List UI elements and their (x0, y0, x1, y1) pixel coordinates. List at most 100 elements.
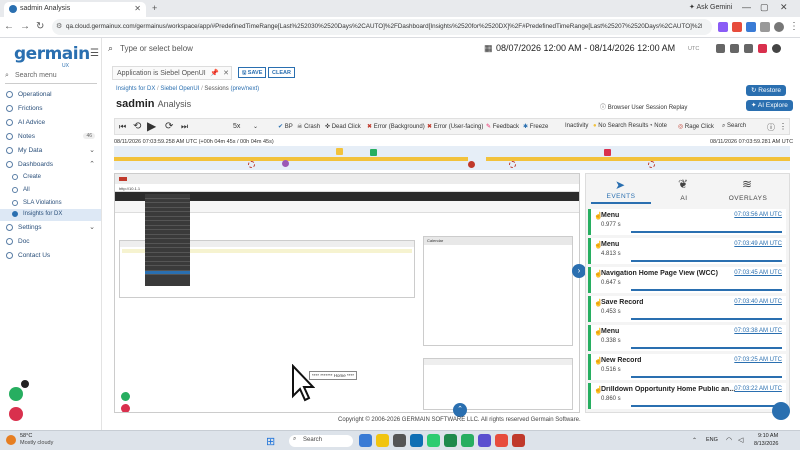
tab-overlays[interactable]: ≋ OVERLAYS (718, 176, 778, 204)
event-time[interactable]: 07:03:38 AM UTC (734, 328, 782, 334)
share-icon[interactable] (744, 44, 753, 53)
breadcrumb-app[interactable]: Siebel OpenUI (160, 86, 199, 92)
inactivity-marker-icon[interactable] (248, 161, 255, 168)
more-options-icon[interactable]: ⋮ (779, 122, 787, 131)
chevron-down-icon[interactable]: ⌄ (253, 123, 258, 130)
sidebar-item-settings[interactable]: Settings ⌄ (0, 222, 101, 234)
filter-chip[interactable]: Application is Siebel OpenUI 📌 ✕ (112, 66, 232, 80)
tray-chevron-icon[interactable]: ⌃ (692, 437, 697, 444)
filter-search[interactable]: ⌕ Search (722, 123, 746, 130)
address-field[interactable]: ⚙ qa.cloud.germainux.com/germainus/works… (52, 19, 712, 35)
sidebar-item-dashboards[interactable]: Dashboards ⌃ (0, 159, 101, 171)
wifi-icon[interactable]: ◠ (726, 436, 732, 444)
notification-icon[interactable] (716, 44, 725, 53)
explorer-app-icon[interactable] (376, 434, 389, 447)
feedback-fab-icon[interactable] (9, 407, 23, 421)
collapse-panel-button[interactable]: › (572, 264, 586, 278)
rewind-icon[interactable]: ⟲ (133, 121, 141, 132)
close-icon[interactable]: ✕ (223, 69, 229, 77)
windows-start-icon[interactable]: ⊞ (266, 435, 275, 448)
maximize-icon[interactable]: ▢ (760, 2, 769, 13)
ai-explore-button[interactable]: ✦ AI Explore (746, 100, 793, 111)
tab-events[interactable]: ➤ EVENTS (591, 176, 651, 204)
filter-no-search-results[interactable]: ● No Search Results (593, 123, 648, 129)
breadcrumb-prevnext[interactable]: (prev/next) (230, 86, 259, 92)
extension-icon[interactable] (718, 22, 728, 32)
filter-rage-click[interactable]: ◎ Rage Click (678, 123, 714, 130)
calendar-icon[interactable]: ▦ (484, 43, 493, 54)
whatsapp-fab-icon[interactable] (9, 387, 23, 401)
close-tab-icon[interactable]: ✕ (134, 4, 141, 13)
event-item[interactable]: ☝ Menu 07:03:56 AM UTC 0.977 s (588, 209, 786, 235)
edge-app-icon[interactable] (410, 434, 423, 447)
event-time[interactable]: 07:03:40 AM UTC (734, 299, 782, 305)
files-app-icon[interactable] (359, 434, 372, 447)
breadcrumb-insights[interactable]: Insights for DX (116, 86, 155, 92)
event-time[interactable]: 07:03:49 AM UTC (734, 241, 782, 247)
clear-filter-button[interactable]: CLEAR (268, 67, 295, 78)
sidebar-item-notes[interactable]: Notes 46 (0, 131, 101, 143)
filter-error-background[interactable]: ✖ Error (Background) (367, 123, 425, 130)
sidebar-item-contact-us[interactable]: Contact Us (0, 250, 101, 262)
chrome-red-app-icon[interactable] (495, 434, 508, 447)
pin-icon[interactable]: 📌 (210, 69, 219, 77)
sidebar-item-ai-advice[interactable]: AI Advice (0, 117, 101, 129)
excel-app-icon[interactable] (444, 434, 457, 447)
event-item[interactable]: ☝ Menu 07:03:49 AM UTC 4.813 s (588, 238, 786, 264)
bp-marker-icon[interactable] (370, 149, 377, 156)
close-window-icon[interactable]: ✕ (780, 2, 788, 13)
taskbar-search[interactable]: ⌕ Search (289, 435, 353, 447)
session-replay-viewport[interactable]: http://10.1.1 Calendar **** ******* Home… (114, 173, 580, 413)
session-timeline[interactable] (114, 146, 790, 170)
event-time[interactable]: 07:03:56 AM UTC (734, 212, 782, 218)
reload-icon[interactable]: ↻ (36, 21, 44, 32)
extension-icon[interactable] (746, 22, 756, 32)
back-icon[interactable]: ← (4, 21, 14, 32)
ask-gemini-button[interactable]: ✦ Ask Gemini (689, 3, 732, 11)
menu-toggle-icon[interactable]: ☰ (90, 48, 99, 59)
inactivity-marker-icon[interactable] (509, 161, 516, 168)
app-icon[interactable] (512, 434, 525, 447)
sidebar-item-doc[interactable]: Doc (0, 236, 101, 248)
sidebar-item-create[interactable]: Create (0, 172, 101, 184)
user-avatar[interactable] (772, 44, 781, 53)
filter-dead-click[interactable]: ✜ Dead Click (325, 123, 361, 130)
event-time[interactable]: 07:03:45 AM UTC (734, 270, 782, 276)
browser-tab[interactable]: sadmin Analysis ✕ (4, 2, 146, 17)
sidebar-item-my-data[interactable]: My Data ⌄ (0, 145, 101, 157)
site-info-icon[interactable]: ⚙ (56, 22, 62, 30)
speed-select[interactable]: 5x (233, 123, 240, 130)
search-menu-input[interactable]: ⌕ Search menu (5, 72, 97, 84)
filter-inactivity[interactable]: Inactivity (565, 123, 588, 129)
info-icon[interactable]: ⓘ (767, 122, 775, 133)
forward-icon[interactable]: → (20, 21, 30, 32)
restore-button[interactable]: ↻ Restore (746, 85, 787, 96)
filter-freeze[interactable]: ✱ Freeze (523, 123, 548, 130)
save-filter-button[interactable]: 🖫 SAVE (238, 67, 267, 78)
feedback-marker-icon[interactable] (282, 160, 289, 167)
sidebar-item-insights-for-dx[interactable]: Insights for DX (0, 209, 101, 221)
filter-bp[interactable]: ✔ BP (278, 123, 293, 130)
sidebar-item-operational[interactable]: Operational (0, 89, 101, 101)
weather-icon[interactable] (6, 435, 16, 445)
chat-bubble-icon[interactable] (772, 402, 790, 420)
error-marker-icon[interactable] (604, 149, 611, 156)
profile-avatar[interactable] (774, 22, 784, 32)
filter-feedback[interactable]: ✎ Feedback (486, 123, 519, 130)
event-time[interactable]: 07:03:22 AM UTC (734, 386, 782, 392)
language-indicator[interactable]: ENG (706, 437, 718, 443)
terminal-app-icon[interactable] (393, 434, 406, 447)
volume-icon[interactable]: ◁ (738, 436, 743, 444)
crash-marker-icon[interactable] (468, 161, 475, 168)
global-search-input[interactable]: Type or select below (120, 44, 193, 53)
skip-start-icon[interactable]: ⏮ (119, 122, 126, 132)
help-icon[interactable] (730, 44, 739, 53)
extensions-puzzle-icon[interactable] (760, 22, 770, 32)
chrome-app-icon[interactable] (427, 434, 440, 447)
inactivity-marker-icon[interactable] (648, 161, 655, 168)
close-fab-icon[interactable] (21, 380, 29, 388)
teams-app-icon[interactable] (478, 434, 491, 447)
warning-marker-icon[interactable] (336, 148, 343, 155)
sidebar-item-frictions[interactable]: Frictions (0, 103, 101, 115)
minimize-icon[interactable]: — (742, 2, 751, 12)
